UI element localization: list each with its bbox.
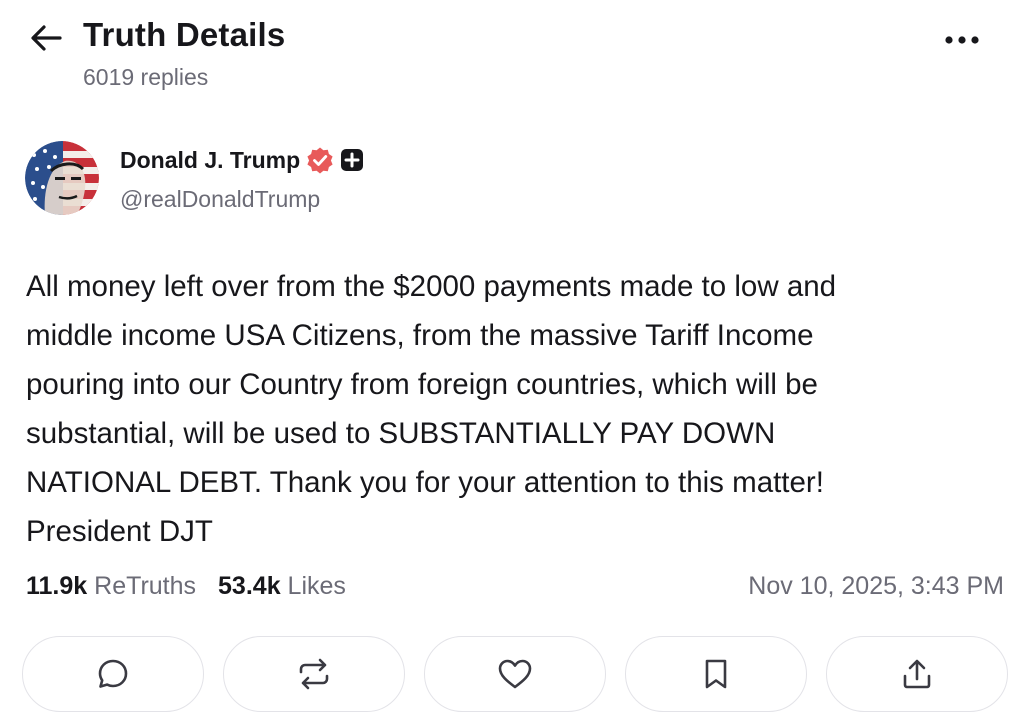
likes-count: 53.4k <box>218 572 281 600</box>
avatar[interactable] <box>25 141 99 215</box>
likes-label: Likes <box>287 572 346 600</box>
retruth-icon <box>299 658 329 690</box>
retruths-count: 11.9k <box>26 572 88 600</box>
author-name[interactable]: Donald J. Trump <box>120 147 300 174</box>
post-stats: 11.9k ReTruths 53.4k Likes <box>26 572 346 601</box>
page-header: Truth Details 6019 replies <box>0 0 1024 110</box>
share-button[interactable] <box>826 636 1008 712</box>
like-button[interactable] <box>424 636 606 712</box>
retruths-label: ReTruths <box>94 572 197 600</box>
reply-icon <box>98 659 128 688</box>
action-bar <box>22 636 1008 716</box>
retruths-stat[interactable]: 11.9k ReTruths <box>26 572 196 601</box>
bookmark-button[interactable] <box>625 636 807 712</box>
reply-count: 6019 replies <box>83 64 209 90</box>
post-timestamp: Nov 10, 2025, 3:43 PM <box>748 572 1004 600</box>
share-icon <box>903 659 931 689</box>
author-handle[interactable]: @realDonaldTrump <box>120 186 320 213</box>
post-text: All money left over from the $2000 payme… <box>26 270 837 548</box>
more-horizontal-icon <box>945 36 979 44</box>
reply-button[interactable] <box>22 636 204 712</box>
heart-icon <box>498 659 532 689</box>
page-title: Truth Details <box>83 16 286 53</box>
verified-badge-icon <box>307 147 333 174</box>
arrow-left-icon <box>31 25 62 51</box>
back-button[interactable] <box>26 20 66 56</box>
author-row: Donald J. Trump <box>120 146 364 174</box>
likes-stat[interactable]: 53.4k Likes <box>218 572 346 601</box>
more-options-button[interactable] <box>940 24 984 56</box>
bookmark-icon <box>705 659 727 689</box>
plus-badge-icon <box>341 149 364 171</box>
retruth-button[interactable] <box>223 636 405 712</box>
